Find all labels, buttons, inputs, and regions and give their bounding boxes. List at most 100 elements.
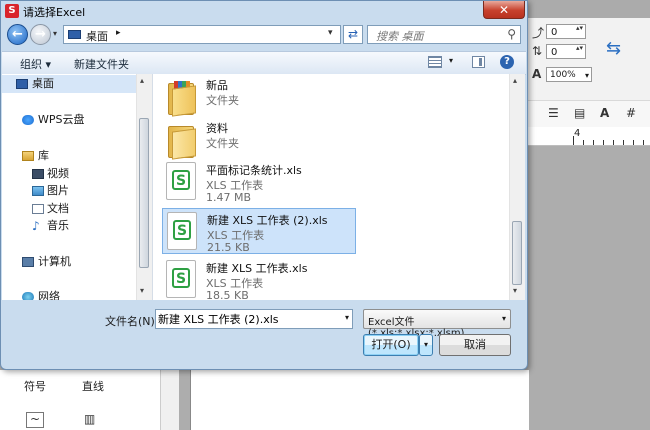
help-icon[interactable]: ?: [500, 55, 514, 69]
view-dropdown-icon[interactable]: ▾: [449, 56, 453, 65]
new-folder-button[interactable]: 新建文件夹: [74, 56, 129, 72]
flip-icon: ⇅: [532, 44, 543, 58]
network-icon: [22, 292, 34, 300]
view-mode-icon[interactable]: [428, 56, 442, 68]
workspace-canvas: [528, 146, 650, 430]
barcode-icon[interactable]: ▥: [84, 412, 95, 426]
file-list-scrollbar[interactable]: ▴ ▾: [509, 74, 525, 300]
xls-icon: S: [167, 212, 197, 250]
tool-line[interactable]: 直线: [82, 378, 104, 394]
computer-icon: [22, 257, 34, 267]
document-icon: [32, 204, 44, 214]
list-item[interactable]: S 新建 XLS 工作表.xls XLS 工作表 18.5 KB: [162, 257, 356, 300]
desktop-icon: [16, 79, 28, 89]
command-bar: 组织 ▾ 新建文件夹 ▾ ?: [2, 51, 526, 75]
file-name: 平面标记条统计.xls: [206, 164, 302, 177]
video-icon: [32, 169, 44, 179]
tools-panel-scroll: [160, 370, 179, 430]
nav-item-label: 库: [38, 149, 49, 162]
search-box[interactable]: 搜索 桌面 ⚲: [367, 25, 521, 44]
nav-item-label: 图片: [47, 184, 69, 197]
chevron-down-icon[interactable]: ▾: [345, 313, 349, 322]
table-icon[interactable]: ▤: [574, 106, 585, 120]
align-icon[interactable]: ⇆: [606, 38, 621, 59]
file-type: 文件夹: [206, 137, 239, 150]
filename-label: 文件名(N):: [105, 315, 159, 328]
search-input[interactable]: 搜索 桌面: [376, 28, 424, 44]
picture-icon: [32, 186, 44, 196]
scroll-down-icon[interactable]: ▾: [140, 286, 144, 295]
nav-item-label: 网络: [38, 290, 60, 300]
filename-field[interactable]: ▾: [155, 309, 353, 329]
wave-icon[interactable]: ~: [26, 412, 44, 428]
ruler: 4: [528, 127, 650, 146]
nav-item-documents[interactable]: 文档: [2, 200, 136, 218]
spin-input-2[interactable]: 0: [546, 44, 586, 59]
font-size-icon: A: [532, 67, 542, 81]
refresh-button[interactable]: ⇄: [343, 25, 363, 44]
cancel-button[interactable]: 取消: [439, 334, 511, 356]
tool-symbol[interactable]: 符号: [24, 378, 46, 394]
list-item[interactable]: S 平面标记条统计.xls XLS 工作表 1.47 MB: [162, 159, 356, 205]
list-item[interactable]: 资料 文件夹: [162, 117, 356, 163]
scroll-up-icon[interactable]: ▴: [513, 76, 517, 85]
nav-item-desktop[interactable]: 桌面: [2, 75, 136, 93]
zoom-select[interactable]: 100%: [546, 67, 592, 83]
file-type: 文件夹: [206, 94, 239, 107]
cloud-icon: [22, 115, 34, 125]
library-icon: [22, 151, 34, 161]
file-list: 新品 文件夹 资料 文件夹 S 平面标记条统计.xls XLS 工作表 1.47…: [153, 74, 525, 300]
organize-menu[interactable]: 组织 ▾: [20, 56, 51, 72]
folder-books-icon: [166, 77, 198, 117]
nav-item-computer[interactable]: 计算机: [2, 253, 136, 271]
list-item[interactable]: 新品 文件夹: [162, 74, 356, 120]
nav-scrollbar[interactable]: ▴ ▾: [136, 74, 152, 300]
open-options-button[interactable]: ▾: [419, 334, 433, 356]
title-bar: S 请选择Excel ✕: [1, 1, 527, 21]
scroll-thumb[interactable]: [512, 221, 522, 285]
scroll-down-icon[interactable]: ▾: [513, 286, 517, 295]
nav-item-network[interactable]: 网络: [2, 288, 136, 300]
refresh-icon: ⇄: [347, 27, 359, 41]
open-button[interactable]: 打开(O): [363, 334, 419, 356]
recent-pages-dropdown[interactable]: ▾: [53, 29, 57, 38]
scroll-thumb[interactable]: [139, 118, 149, 268]
search-icon: ⚲: [507, 27, 516, 41]
address-bar[interactable]: 桌面 ▸ ▾: [63, 25, 341, 44]
nav-item-label: 视频: [47, 167, 69, 180]
spin-input-1[interactable]: 0: [546, 24, 586, 39]
filename-input[interactable]: [158, 311, 334, 326]
nav-item-label: 文档: [47, 202, 69, 215]
file-name: 新建 XLS 工作表.xls: [206, 262, 308, 275]
nav-item-wps-cloud[interactable]: WPS云盘: [2, 111, 136, 129]
nav-item-label: WPS云盘: [38, 113, 85, 126]
grid-icon[interactable]: #: [626, 106, 636, 120]
desktop-icon: [68, 30, 81, 39]
chevron-down-icon: ▾: [501, 314, 506, 323]
tools-panel: 符号 直线 ~ ▥: [0, 370, 160, 430]
object-toolbar: ☰ ▤ A #: [528, 100, 650, 127]
dialog-title: 请选择Excel: [23, 6, 86, 19]
nav-item-pictures[interactable]: 图片: [2, 182, 136, 200]
file-size: 1.47 MB: [206, 191, 252, 204]
text-icon[interactable]: A: [600, 106, 609, 120]
list-item-selected[interactable]: S 新建 XLS 工作表 (2).xls XLS 工作表 21.5 KB: [162, 208, 356, 254]
address-dropdown-icon[interactable]: ▾: [328, 28, 333, 38]
breadcrumb-arrow[interactable]: ▸: [116, 28, 121, 38]
list-icon[interactable]: ☰: [548, 106, 559, 120]
file-size: 21.5 KB: [207, 241, 250, 254]
nav-item-library[interactable]: 库: [2, 147, 136, 165]
nav-item-video[interactable]: 视频: [2, 165, 136, 183]
file-name: 新建 XLS 工作表 (2).xls: [207, 214, 328, 227]
close-button[interactable]: ✕: [483, 1, 525, 19]
xls-icon: S: [166, 260, 196, 298]
preview-pane-icon[interactable]: [472, 56, 485, 68]
navigation-bar: ← → ▾ 桌面 ▸ ▾ ⇄ 搜索 桌面 ⚲: [5, 23, 523, 47]
forward-button[interactable]: →: [30, 24, 51, 45]
file-type-filter[interactable]: Excel文件(*.xls;*.xlsx;*.xlsm) ▾: [363, 309, 511, 339]
scroll-up-icon[interactable]: ▴: [140, 76, 144, 85]
back-button[interactable]: ←: [7, 24, 28, 45]
nav-item-music[interactable]: ♪ 音乐: [2, 217, 136, 235]
label-page: [190, 370, 529, 430]
address-location[interactable]: 桌面: [86, 28, 108, 44]
